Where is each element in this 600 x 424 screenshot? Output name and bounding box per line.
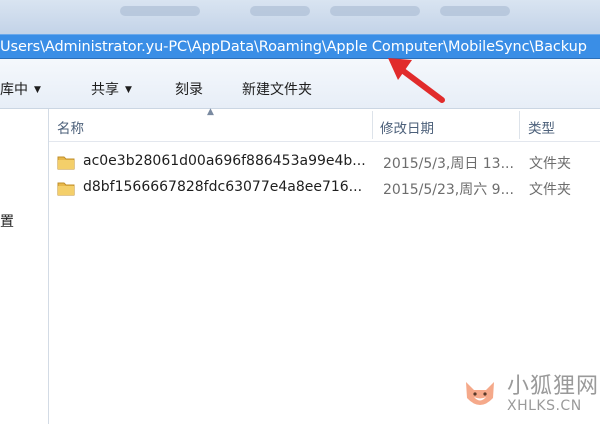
blurred-title-text [120, 6, 200, 16]
new-folder-label: 新建文件夹 [242, 82, 312, 98]
watermark-en: XHLKS.CN [507, 398, 582, 414]
new-folder-button[interactable]: 新建文件夹 [242, 79, 312, 99]
address-path[interactable]: Users\Administrator.yu-PC\AppData\Roamin… [0, 37, 600, 57]
sort-up-icon: ▲ [207, 107, 214, 117]
file-row[interactable]: ac0e3b28061d00a696f886453a99e4b... 2015/… [49, 150, 600, 174]
burn-label: 刻录 [175, 82, 203, 98]
burn-button[interactable]: 刻录 [175, 79, 203, 99]
watermark: 小狐狸网 XHLKS.CN [455, 360, 600, 424]
window-title-bar [0, 0, 600, 34]
file-type: 文件夹 [529, 156, 571, 172]
command-toolbar: 库中 ▼ 共享 ▼ 刻录 新建文件夹 [0, 59, 600, 109]
include-in-library-label: 库中 [0, 82, 28, 98]
share-button[interactable]: 共享 ▼ [91, 79, 132, 99]
blurred-title-text [250, 6, 310, 16]
column-divider[interactable] [372, 111, 373, 139]
file-row[interactable]: d8bf1566667828fdc63077e4a8ee716... 2015/… [49, 176, 600, 200]
blurred-title-text [330, 6, 420, 16]
folder-icon [57, 182, 75, 196]
chevron-down-icon: ▼ [125, 85, 132, 95]
watermark-cn: 小狐狸网 [507, 374, 600, 399]
share-label: 共享 [91, 82, 119, 98]
include-in-library-button[interactable]: 库中 ▼ [0, 79, 41, 99]
fox-logo [458, 371, 502, 415]
annotation-arrow [388, 58, 445, 103]
chevron-down-icon: ▼ [34, 85, 41, 95]
address-bar[interactable]: Users\Administrator.yu-PC\AppData\Roamin… [0, 34, 600, 59]
blurred-title-text [440, 6, 510, 16]
navigation-pane[interactable]: 置 [0, 109, 49, 424]
file-name[interactable]: d8bf1566667828fdc63077e4a8ee716... [83, 179, 362, 195]
column-headers: ▲ 名称 修改日期 类型 [49, 107, 600, 142]
column-header-type[interactable]: 类型 [528, 117, 555, 137]
folder-icon [57, 156, 75, 170]
file-name[interactable]: ac0e3b28061d00a696f886453a99e4b... [83, 153, 366, 169]
column-divider[interactable] [519, 111, 520, 139]
column-header-name[interactable]: 名称 [57, 117, 84, 137]
file-type: 文件夹 [529, 182, 571, 198]
file-modified: 2015/5/23,周六 9... [383, 182, 514, 198]
nav-item-partial[interactable]: 置 [0, 211, 14, 231]
column-header-modified[interactable]: 修改日期 [380, 117, 434, 137]
file-modified: 2015/5/3,周日 13... [383, 156, 514, 172]
